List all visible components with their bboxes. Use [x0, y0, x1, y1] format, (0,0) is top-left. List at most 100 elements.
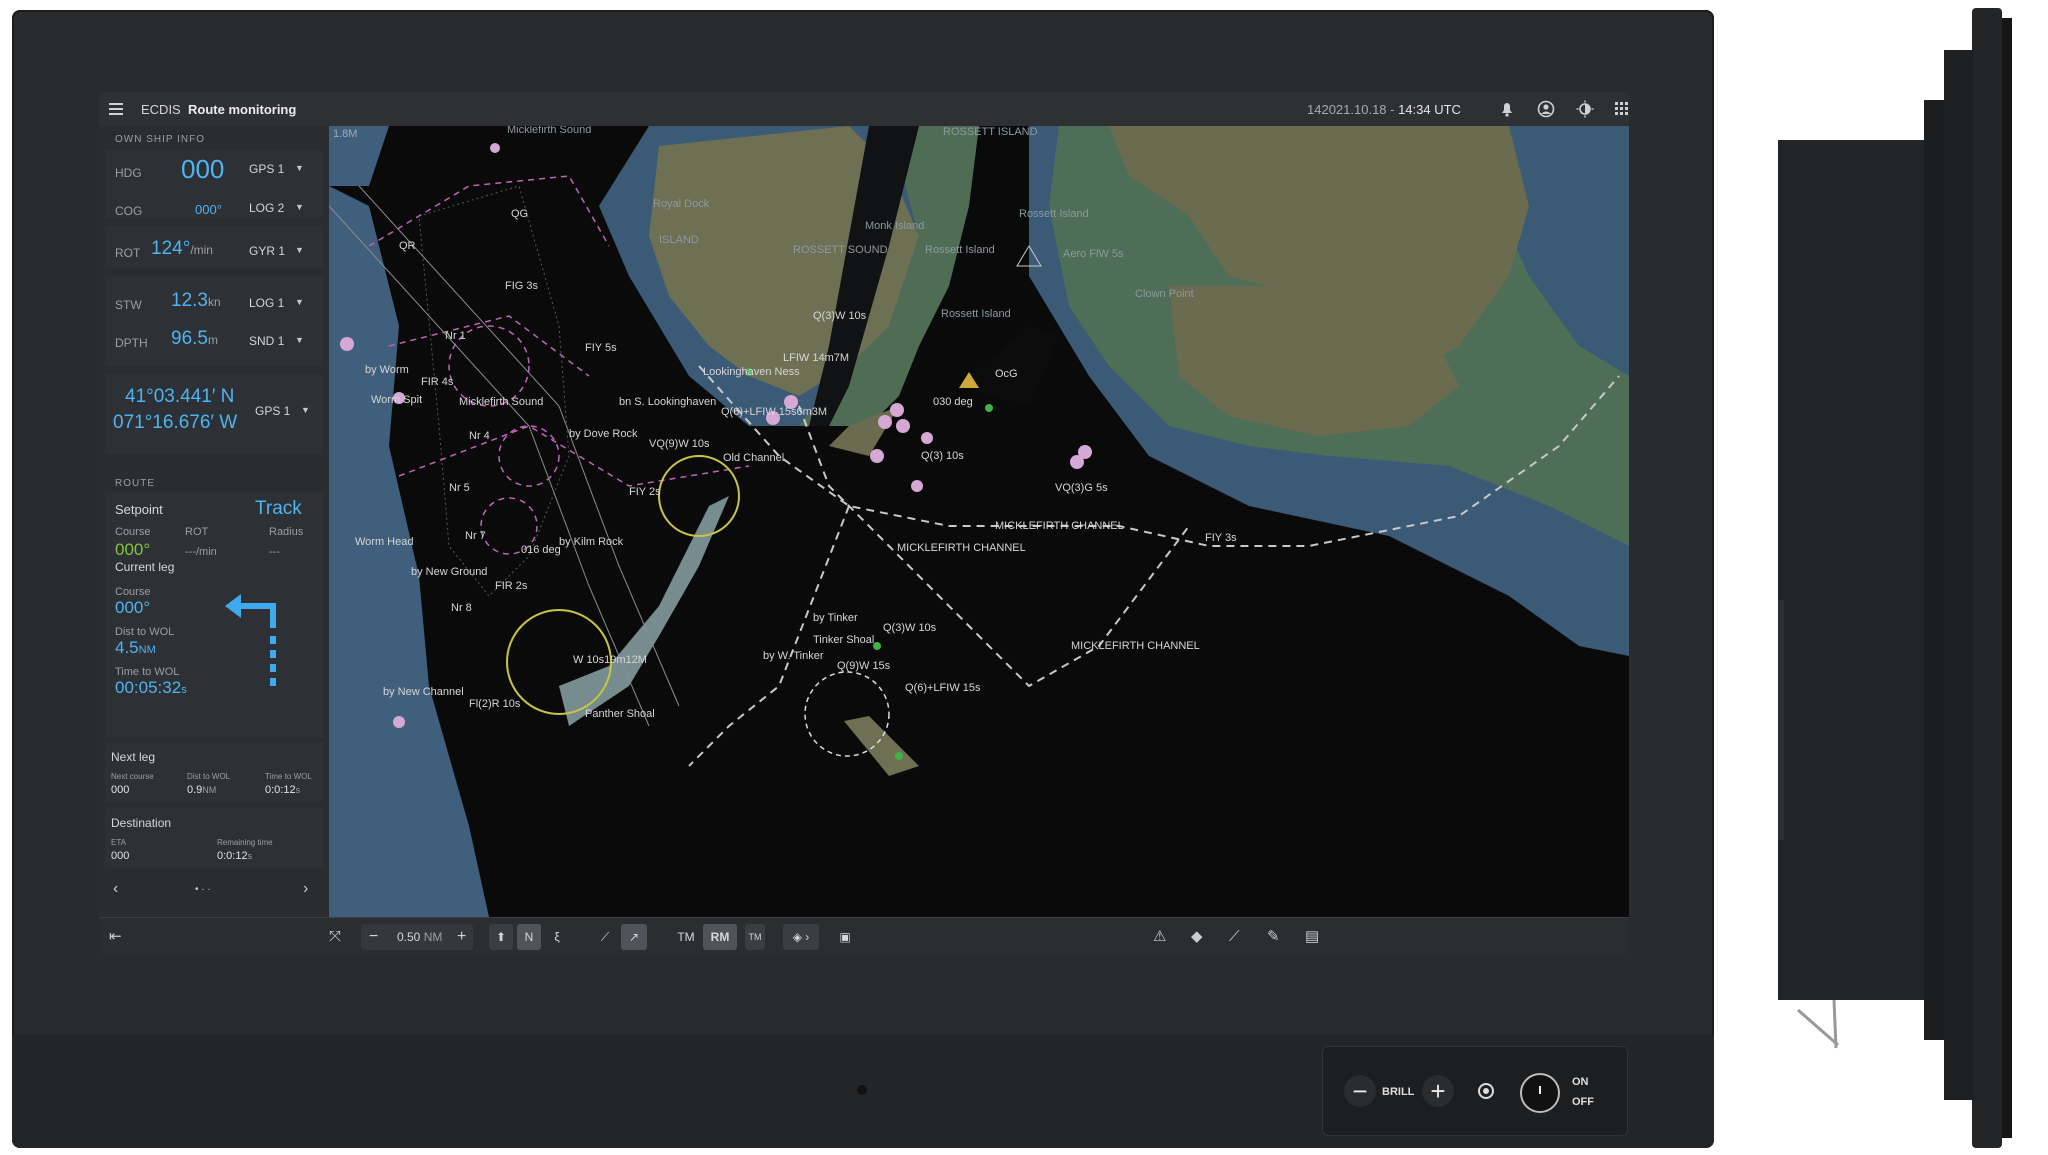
nautical-chart[interactable]: 1.8M Micklefirth Sound ROSSETT ISLAND Ro… — [329, 126, 1629, 917]
north-icon: N — [524, 930, 534, 944]
course-setpoint-value: 000° — [115, 540, 151, 559]
pin-icon[interactable]: ⤧ — [329, 929, 341, 944]
next-time-label: Time to WOL — [265, 772, 312, 781]
dist-to-wol-label: Dist to WOL — [115, 626, 175, 638]
measure-icon[interactable]: ⟋ — [1229, 929, 1240, 944]
map-label: OcG — [995, 368, 1018, 380]
head-up-button[interactable]: ξ — [545, 924, 569, 950]
map-label: Fl(2)R 10s — [469, 698, 521, 710]
chevron-down-icon[interactable]: ▼ — [295, 163, 304, 173]
tm-button[interactable]: TM — [671, 924, 701, 950]
setpoint-label: Setpoint — [115, 502, 163, 517]
map-label: Worm Head — [355, 536, 414, 548]
dpth-value: 96.5m — [171, 328, 218, 350]
map-settings-icon[interactable]: ▤ — [1305, 929, 1319, 944]
chart-info-button[interactable]: ▣ — [833, 924, 857, 950]
map-icon: ▣ — [839, 930, 851, 944]
dpth-label: DPTH — [115, 336, 148, 350]
dist-number: 4.5 — [115, 638, 139, 657]
apps-grid-icon[interactable] — [1615, 102, 1629, 119]
map-label: FIR 2s — [495, 580, 528, 592]
rot-value: 124°/min — [151, 238, 213, 260]
page-indicator: • · · — [195, 884, 211, 895]
rot-source-select[interactable]: GYR 1 — [249, 244, 285, 258]
power-button[interactable] — [1520, 1073, 1560, 1113]
bell-icon[interactable] — [1499, 100, 1515, 121]
cog-source-select[interactable]: LOG 2 — [249, 201, 284, 215]
map-label: FIY 3s — [1205, 532, 1237, 544]
palette-icon[interactable] — [1470, 1075, 1502, 1107]
brightness-down-button[interactable]: − — [1344, 1075, 1376, 1107]
remaining-unit: s — [247, 851, 253, 861]
chevron-down-icon[interactable]: ▼ — [301, 405, 310, 415]
current-leg-label: Current leg — [115, 560, 175, 574]
chevron-down-icon[interactable]: ▼ — [295, 297, 304, 307]
map-label: bn S. Lookinghaven — [619, 396, 717, 408]
map-label: VQ(9)W 10s — [649, 438, 710, 450]
monitor-side-view — [1778, 8, 2012, 1148]
chevron-down-icon[interactable]: ▼ — [295, 335, 304, 345]
vector-on-button[interactable]: ↗ — [621, 924, 647, 950]
off-label: OFF — [1572, 1096, 1594, 1108]
zoom-in-button[interactable]: + — [457, 928, 466, 946]
map-label: Worm Spit — [371, 394, 423, 406]
north-up-active-button[interactable]: N — [517, 924, 541, 950]
position-source-select[interactable]: GPS 1 — [255, 404, 290, 418]
map-label: QR — [399, 240, 416, 252]
map-label: by New Channel — [383, 686, 464, 698]
position-section: 41°03.441′ N 071°16.676′ W GPS 1 ▼ — [105, 374, 323, 454]
dpth-source-select[interactable]: SND 1 — [249, 334, 284, 348]
layers-menu-button[interactable]: ◈ › — [783, 924, 819, 950]
layers-icon[interactable]: ◆ — [1191, 929, 1203, 944]
edit-icon[interactable]: ✎ — [1267, 929, 1280, 944]
hdg-source-select[interactable]: GPS 1 — [249, 162, 284, 176]
tm-reset-button[interactable]: TM — [745, 924, 765, 950]
map-label: by Tinker — [813, 612, 858, 624]
range-control: − 0.50 NM + — [361, 924, 473, 950]
on-label: ON — [1572, 1076, 1589, 1088]
course-label: Course — [115, 526, 151, 538]
next-time-value: 0:0:12s — [265, 784, 300, 796]
vector-off-button[interactable]: ⟋ — [593, 924, 617, 950]
map-label: Panther Shoal — [585, 708, 655, 720]
turn-left-arrow-icon — [225, 594, 276, 686]
map-label: MICKLEFIRTH CHANNEL — [1071, 640, 1200, 652]
map-label: Micklefirth Sound — [459, 396, 544, 408]
next-page-button[interactable]: › — [303, 880, 308, 898]
range-value: 0.50 NM — [397, 930, 442, 944]
destination-section: Destination ETA Remaining time 000 0:0:1… — [105, 808, 323, 868]
brightness-up-button[interactable]: + — [1422, 1075, 1454, 1107]
map-label: FIR 4s — [421, 376, 454, 388]
prev-page-button[interactable]: ‹ — [113, 880, 118, 898]
map-label: Rossett Island — [941, 308, 1011, 320]
vector-icon: ↗ — [628, 930, 640, 944]
next-course-label: Next course — [111, 772, 154, 781]
map-label: VQ(3)G 5s — [1055, 482, 1108, 494]
user-icon[interactable] — [1537, 100, 1555, 121]
collapse-left-icon[interactable]: ⇤ — [109, 929, 122, 944]
map-label: W 10s19m12M — [573, 654, 647, 666]
rm-button[interactable]: RM — [703, 924, 737, 950]
time-unit: s — [181, 684, 187, 696]
stw-value: 12.3kn — [171, 290, 221, 312]
remaining-time-value: 0:0:12s — [217, 850, 252, 862]
map-label: MICKLEFIRTH CHANNEL — [995, 520, 1124, 532]
hamburger-icon[interactable] — [109, 102, 125, 116]
next-course-value: 000 — [111, 784, 130, 796]
chevron-down-icon[interactable]: ▼ — [295, 202, 304, 212]
vector-off-icon: ⟋ — [600, 929, 610, 944]
warning-icon[interactable]: ⚠ — [1153, 929, 1166, 944]
map-label: FIY 5s — [585, 342, 617, 354]
map-label: Micklefirth Sound — [507, 126, 592, 136]
brightness-icon[interactable] — [1576, 100, 1594, 121]
rot-section: ROT 124°/min GYR 1 ▼ — [105, 226, 323, 268]
zoom-out-button[interactable]: − — [369, 928, 378, 946]
map-label: FIG 3s — [505, 280, 539, 292]
rot-sp-label: ROT — [185, 526, 209, 538]
dpth-number: 96.5 — [171, 328, 208, 349]
stw-source-select[interactable]: LOG 1 — [249, 296, 284, 310]
datetime: 142021.10.18 - 14:34 UTC — [1307, 102, 1461, 117]
chevron-down-icon[interactable]: ▼ — [295, 245, 304, 255]
north-up-button[interactable]: ⬆ — [489, 924, 513, 950]
map-label: ROSSETT ISLAND — [943, 126, 1038, 138]
